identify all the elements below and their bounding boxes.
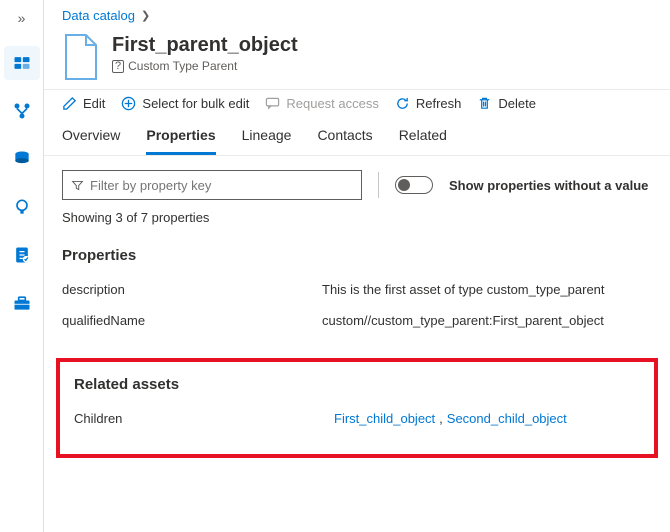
toolbox-icon [12,293,32,313]
separator: , [439,411,443,426]
delete-button[interactable]: Delete [477,96,536,111]
bulk-edit-button[interactable]: Select for bulk edit [121,96,249,111]
catalog-icon [12,53,32,73]
property-key: description [62,282,322,297]
property-value: custom//custom_type_parent:First_parent_… [322,313,652,328]
property-key: qualifiedName [62,313,322,328]
filter-input[interactable] [90,178,353,193]
property-row: description This is the first asset of t… [44,274,670,305]
refresh-label: Refresh [416,96,462,111]
breadcrumb: Data catalog ❯ [44,0,670,27]
edit-label: Edit [83,96,105,111]
child-link[interactable]: Second_child_object [447,411,567,426]
refresh-icon [395,96,410,111]
nav-catalog[interactable] [4,46,40,80]
branch-icon [12,101,32,121]
type-icon: ? [112,60,124,73]
main-content: Data catalog ❯ First_parent_object ? Cus… [44,0,670,532]
tab-lineage[interactable]: Lineage [242,117,292,155]
asset-header: First_parent_object ? Custom Type Parent [44,27,670,89]
toggle-label: Show properties without a value [449,178,648,193]
asset-title: First_parent_object [112,33,298,57]
refresh-button[interactable]: Refresh [395,96,462,111]
properties-heading: Properties [44,239,670,274]
tab-properties[interactable]: Properties [146,117,215,155]
child-link[interactable]: First_child_object [334,411,435,426]
show-empty-toggle[interactable] [395,176,433,194]
database-icon [12,149,32,169]
filter-icon [71,179,84,192]
bulk-label: Select for bulk edit [142,96,249,111]
tab-related[interactable]: Related [399,117,447,155]
breadcrumb-link[interactable]: Data catalog [62,8,135,23]
expand-nav-icon[interactable]: » [18,6,26,32]
tab-contacts[interactable]: Contacts [317,117,372,155]
showing-count: Showing 3 of 7 properties [44,206,670,239]
request-access-button: Request access [265,96,379,111]
trash-icon [477,96,492,111]
file-icon [62,33,100,81]
divider [378,172,379,198]
tab-bar: Overview Properties Lineage Contacts Rel… [44,117,670,156]
property-row: qualifiedName custom//custom_type_parent… [44,305,670,336]
chat-icon [265,96,280,111]
related-value: First_child_object, Second_child_object [334,411,630,426]
toggle-knob [398,179,410,191]
nav-sources[interactable] [4,142,40,176]
asset-subtype: ? Custom Type Parent [112,59,298,73]
asset-subtype-label: Custom Type Parent [128,59,237,73]
property-value: This is the first asset of type custom_t… [322,282,652,297]
action-toolbar: Edit Select for bulk edit Request access… [44,89,670,117]
side-nav: » [0,0,44,532]
nav-map[interactable] [4,94,40,128]
plus-circle-icon [121,96,136,111]
delete-label: Delete [498,96,536,111]
policy-icon [12,245,32,265]
related-assets-highlight: Related assets Children First_child_obje… [56,358,658,458]
edit-button[interactable]: Edit [62,96,105,111]
nav-policy[interactable] [4,238,40,272]
tab-overview[interactable]: Overview [62,117,120,155]
nav-management[interactable] [4,286,40,320]
bulb-icon [12,197,32,217]
pencil-icon [62,96,77,111]
nav-insights[interactable] [4,190,40,224]
related-row: Children First_child_object, Second_chil… [66,403,648,434]
filter-row: Show properties without a value [44,156,670,206]
related-heading: Related assets [66,368,648,403]
filter-input-wrapper[interactable] [62,170,362,200]
chevron-right-icon: ❯ [141,9,150,22]
request-label: Request access [286,96,379,111]
related-key: Children [74,411,334,426]
